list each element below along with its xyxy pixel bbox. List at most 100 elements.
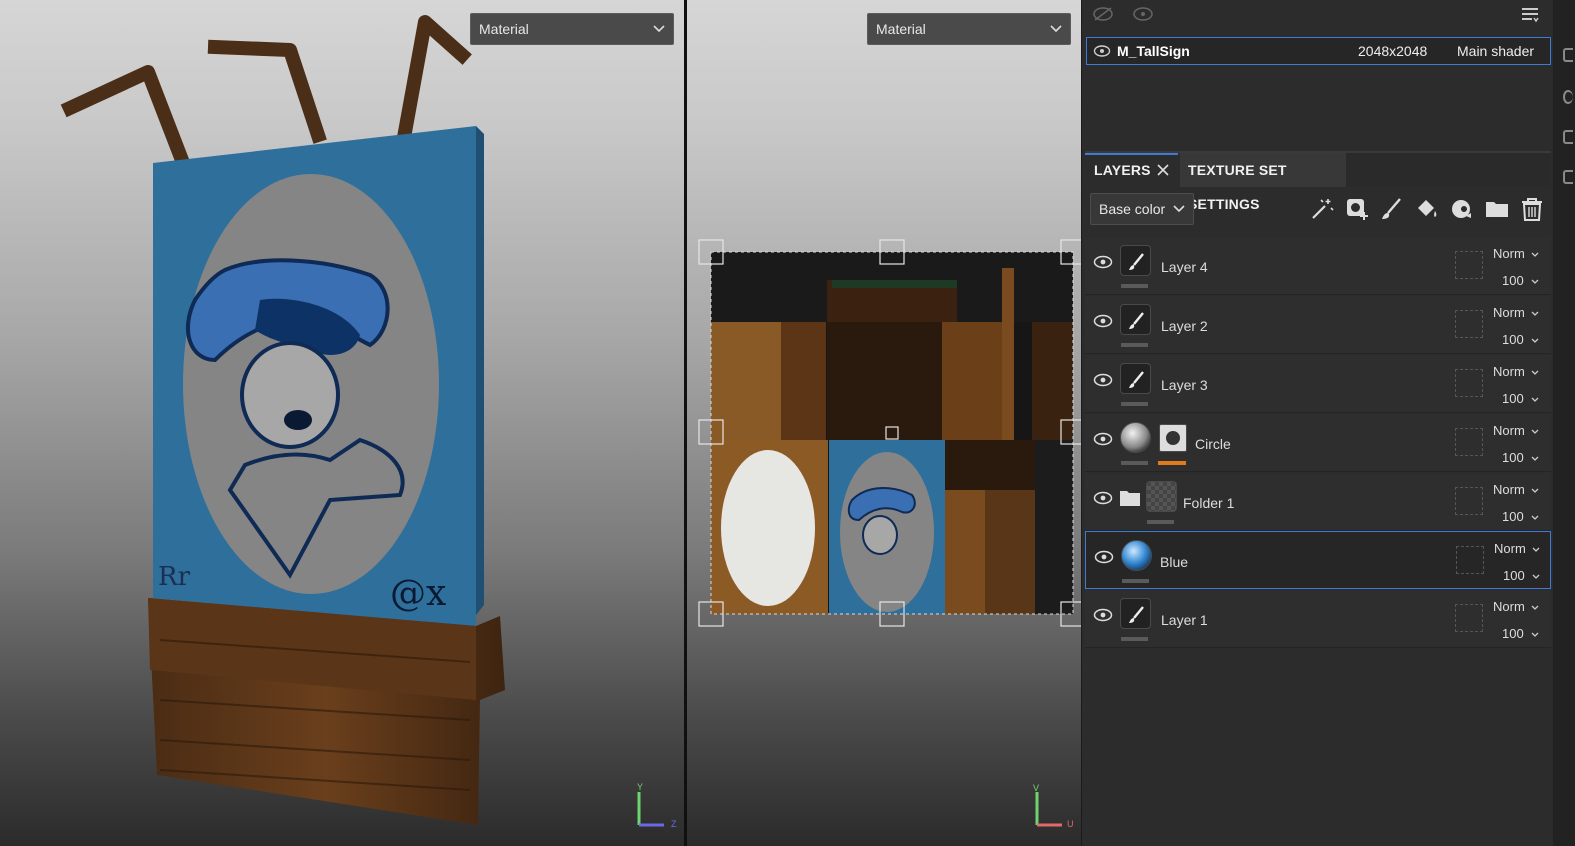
axis-z-label: Z bbox=[671, 819, 677, 829]
chevron-down-icon bbox=[1531, 456, 1539, 461]
blend-mode[interactable]: Norm bbox=[1493, 305, 1525, 320]
paint-layer-icon[interactable] bbox=[1379, 196, 1405, 222]
sign-model: Rr @x bbox=[60, 15, 505, 825]
chevron-down-icon bbox=[1531, 515, 1539, 520]
brush-icon bbox=[1129, 253, 1144, 270]
opacity-value[interactable]: 100 bbox=[1502, 626, 1524, 641]
chevron-down-icon bbox=[1531, 252, 1539, 257]
app-window: Rr @x Material Y Z Material V U M_TallSi… bbox=[0, 0, 1575, 846]
smart-material-icon[interactable] bbox=[1449, 196, 1475, 222]
folder-icon bbox=[1120, 491, 1140, 506]
mask-slot[interactable] bbox=[1455, 487, 1483, 515]
channel-dropdown[interactable]: Base color bbox=[1090, 193, 1194, 225]
viewport-uv[interactable]: Material V U bbox=[687, 0, 1081, 846]
paint-thumbnail bbox=[1120, 363, 1151, 394]
mask-thumbnail[interactable] bbox=[1159, 424, 1187, 452]
chevron-down-icon bbox=[1531, 488, 1539, 493]
uv-viewport-mode-dropdown[interactable]: Material bbox=[867, 13, 1071, 45]
eye-icon[interactable] bbox=[1093, 432, 1113, 446]
opacity-value[interactable]: 100 bbox=[1502, 509, 1524, 524]
eye-icon[interactable] bbox=[1093, 608, 1113, 622]
tab-texture-set-settings[interactable]: TEXTURE SET SETTINGS bbox=[1180, 153, 1346, 212]
layer-row[interactable]: Layer 3 Norm 100 bbox=[1085, 355, 1551, 413]
blend-mode[interactable]: Norm bbox=[1493, 246, 1525, 261]
mask-slot[interactable] bbox=[1455, 604, 1483, 632]
layer-row[interactable]: Layer 1 Norm 100 bbox=[1085, 590, 1551, 648]
side-tool-icon[interactable] bbox=[1563, 90, 1573, 104]
chevron-down-icon bbox=[1173, 205, 1185, 213]
chevron-down-icon bbox=[1050, 25, 1062, 33]
layer-name: Layer 1 bbox=[1161, 612, 1208, 628]
eye-icon[interactable] bbox=[1093, 44, 1111, 58]
eye-icon[interactable] bbox=[1093, 255, 1113, 269]
chevron-down-icon bbox=[1531, 632, 1539, 637]
opacity-value[interactable]: 100 bbox=[1502, 332, 1524, 347]
hide-all-icon[interactable] bbox=[1092, 6, 1114, 22]
layer-name: Folder 1 bbox=[1183, 495, 1235, 511]
layer-row-selected[interactable]: Blue Norm 100 bbox=[1085, 531, 1551, 589]
delete-icon[interactable] bbox=[1519, 196, 1545, 222]
mask-slot[interactable] bbox=[1456, 546, 1484, 574]
opacity-value[interactable]: 100 bbox=[1502, 450, 1524, 465]
add-mask-icon[interactable] bbox=[1344, 196, 1370, 222]
chevron-down-icon bbox=[1531, 338, 1539, 343]
eye-icon[interactable] bbox=[1093, 373, 1113, 387]
channel-label: Base color bbox=[1099, 201, 1166, 217]
menu-icon[interactable] bbox=[1520, 5, 1540, 25]
texture-set-row[interactable]: M_TallSign 2048x2048 Main shader bbox=[1086, 37, 1551, 65]
tab-layers-label: LAYERS bbox=[1094, 162, 1151, 178]
side-tool-icon[interactable] bbox=[1563, 170, 1573, 184]
viewport-3d[interactable]: Rr @x Material Y Z bbox=[0, 0, 684, 846]
texture-set-name: M_TallSign bbox=[1117, 43, 1190, 59]
eye-icon[interactable] bbox=[1094, 550, 1114, 564]
fill-layer-icon[interactable] bbox=[1414, 196, 1440, 222]
mask-slot[interactable] bbox=[1455, 251, 1483, 279]
blend-mode[interactable]: Norm bbox=[1493, 364, 1525, 379]
opacity-value[interactable]: 100 bbox=[1502, 273, 1524, 288]
panel-tabs: LAYERS TEXTURE SET SETTINGS bbox=[1085, 151, 1551, 212]
paint-thumbnail bbox=[1120, 598, 1151, 629]
viewport-mode-dropdown[interactable]: Material bbox=[470, 13, 674, 45]
folder-mask-thumbnail bbox=[1146, 481, 1177, 512]
magic-wand-icon[interactable] bbox=[1309, 196, 1335, 222]
chevron-down-icon bbox=[1531, 605, 1539, 610]
layer-name: Layer 4 bbox=[1161, 259, 1208, 275]
layer-row[interactable]: Circle Norm 100 bbox=[1085, 414, 1551, 472]
layers-panel: M_TallSign 2048x2048 Main shader LAYERS … bbox=[1082, 0, 1553, 846]
layer-row[interactable]: Layer 4 Norm 100 bbox=[1085, 237, 1551, 295]
layer-name: Blue bbox=[1160, 554, 1189, 570]
layer-row[interactable]: Folder 1 Norm 100 bbox=[1085, 473, 1551, 531]
signature-left: Rr bbox=[158, 562, 191, 592]
close-icon[interactable] bbox=[1157, 164, 1169, 176]
side-toolbar bbox=[1553, 0, 1575, 846]
tab-layers[interactable]: LAYERS bbox=[1085, 153, 1178, 187]
mask-slot[interactable] bbox=[1455, 369, 1483, 397]
blend-mode[interactable]: Norm bbox=[1493, 482, 1525, 497]
brush-icon bbox=[1129, 606, 1144, 623]
axis-u-label: U bbox=[1067, 819, 1074, 829]
side-tool-icon[interactable] bbox=[1563, 48, 1573, 62]
blend-mode[interactable]: Norm bbox=[1493, 599, 1525, 614]
axis-y-label: Y bbox=[637, 782, 644, 792]
show-all-icon[interactable] bbox=[1132, 6, 1154, 22]
eye-icon[interactable] bbox=[1093, 491, 1113, 505]
uv-viewport-mode-label: Material bbox=[876, 21, 926, 37]
blend-mode[interactable]: Norm bbox=[1494, 541, 1526, 556]
blend-mode[interactable]: Norm bbox=[1493, 423, 1525, 438]
viewport-mode-label: Material bbox=[479, 21, 529, 37]
texture-set-shader: Main shader bbox=[1457, 43, 1535, 59]
mask-slot[interactable] bbox=[1455, 310, 1483, 338]
fill-material-thumbnail bbox=[1120, 422, 1151, 453]
brush-icon bbox=[1129, 371, 1144, 388]
layer-row[interactable]: Layer 2 Norm 100 bbox=[1085, 296, 1551, 354]
folder-icon[interactable] bbox=[1484, 196, 1510, 222]
chevron-down-icon bbox=[1531, 279, 1539, 284]
opacity-value[interactable]: 100 bbox=[1502, 391, 1524, 406]
opacity-value[interactable]: 100 bbox=[1503, 568, 1525, 583]
fill-material-thumbnail bbox=[1121, 540, 1152, 571]
mask-slot[interactable] bbox=[1455, 428, 1483, 456]
side-tool-icon[interactable] bbox=[1563, 130, 1573, 144]
layer-name: Layer 3 bbox=[1161, 377, 1208, 393]
eye-icon[interactable] bbox=[1093, 314, 1113, 328]
layer-name: Circle bbox=[1195, 436, 1231, 452]
